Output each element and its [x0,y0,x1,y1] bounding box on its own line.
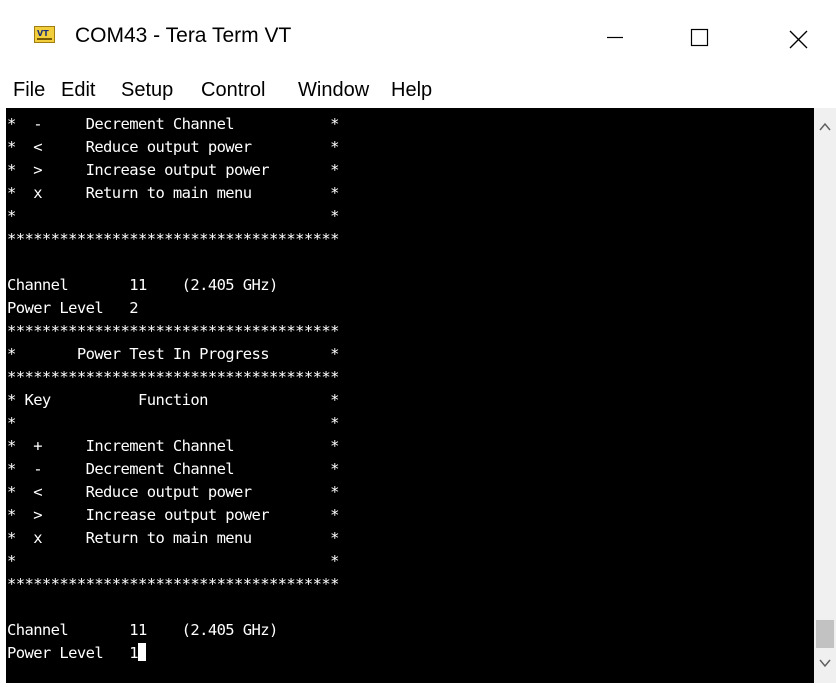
menu-control[interactable]: Control [201,78,265,102]
terminal-line-current: Power Level 1 [7,641,146,665]
scroll-down-arrow-icon [819,659,831,668]
menu-edit[interactable]: Edit [61,78,95,102]
terminal-line: * * [7,207,339,225]
scroll-up-arrow-icon [819,122,831,131]
menu-help[interactable]: Help [391,78,432,102]
terminal-line: Channel 11 (2.405 GHz) [7,276,278,294]
terminal-line: * Key Function * [7,391,339,409]
minimize-button[interactable] [582,8,644,66]
text-cursor [137,643,146,661]
terminal-line: * < Reduce output power * [7,138,339,156]
terminal-line: * > Increase output power * [7,161,339,179]
terminal-current-text: Power Level 1 [7,644,139,662]
minimize-icon [607,36,623,39]
app-icon-label: VT [37,29,49,38]
window-title: COM43 - Tera Term VT [75,24,292,47]
terminal-line: * Power Test In Progress * [7,345,339,363]
close-icon [789,30,808,49]
close-button[interactable] [757,8,819,66]
terminal-line: ************************************** [7,575,339,593]
terminal-line: ************************************** [7,230,339,248]
terminal-screen[interactable]: * - Decrement Channel * * < Reduce outpu… [6,108,814,683]
terminal-line: * < Reduce output power * [7,483,339,501]
terminal-line: * * [7,552,339,570]
maximize-icon [690,28,709,47]
terminal-line: Power Level 2 [7,299,139,317]
terminal-line: ************************************** [7,368,339,386]
menu-bar: File Edit Setup Control Window Help [0,72,836,108]
terminal-line: * + Increment Channel * [7,437,339,455]
terminal-line: * * [7,414,339,432]
terminal-line: ************************************** [7,322,339,340]
terminal-line: * x Return to main menu * [7,529,339,547]
vertical-scrollbar[interactable] [814,108,836,683]
terminal-line: * - Decrement Channel * [7,115,339,133]
terminal-line: * > Increase output power * [7,506,339,524]
scroll-up-button[interactable] [814,108,836,144]
tera-term-app-icon[interactable]: VT [34,26,55,43]
title-bar[interactable]: VT COM43 - Tera Term VT [0,0,836,72]
scroll-down-button[interactable] [814,645,836,683]
terminal-line: * x Return to main menu * [7,184,339,202]
terminal-line: Channel 11 (2.405 GHz) [7,621,278,639]
menu-window[interactable]: Window [298,78,369,102]
menu-file[interactable]: File [13,78,45,102]
terminal-line: * - Decrement Channel * [7,460,339,478]
menu-setup[interactable]: Setup [121,78,173,102]
maximize-button[interactable] [668,8,730,66]
scrollbar-thumb[interactable] [816,620,834,648]
